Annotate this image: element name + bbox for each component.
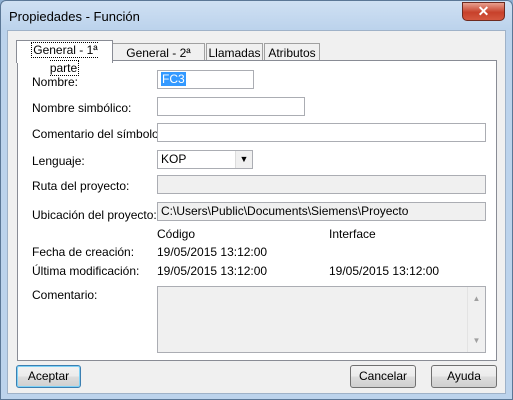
aceptar-label: Aceptar bbox=[27, 369, 70, 383]
tab-general-1[interactable]: General - 1ª parte bbox=[16, 40, 113, 76]
nombre-label: Nombre: bbox=[32, 75, 79, 89]
tab-label: Llamadas bbox=[208, 46, 261, 60]
window-title: Propiedades - Función bbox=[9, 9, 140, 24]
aceptar-button[interactable]: Aceptar bbox=[16, 365, 81, 388]
close-icon: ✕ bbox=[477, 3, 490, 19]
tab-label: Atributos bbox=[268, 46, 316, 60]
nombre-simbolico-input[interactable] bbox=[157, 97, 305, 116]
cancelar-label: Cancelar bbox=[358, 369, 408, 383]
ultima-modificacion-interface: 19/05/2015 13:12:00 bbox=[329, 264, 440, 278]
ruta-proyecto-label: Ruta del proyecto: bbox=[32, 179, 130, 193]
ayuda-label: Ayuda bbox=[447, 369, 481, 383]
cancelar-button[interactable]: Cancelar bbox=[350, 365, 416, 388]
close-button[interactable]: ✕ bbox=[462, 2, 505, 21]
comentario-textarea[interactable]: ▲ ▼ bbox=[157, 286, 486, 353]
ubicacion-proyecto-field: C:\Users\Public\Documents\Siemens\Proyec… bbox=[157, 202, 486, 221]
comentario-simbolo-label: Comentario del símbolo: bbox=[32, 127, 163, 141]
properties-dialog: Propiedades - Función ✕ General - 1ª par… bbox=[0, 0, 513, 400]
comentario-scrollbar[interactable]: ▲ ▼ bbox=[467, 287, 485, 352]
lenguaje-dropdown[interactable]: KOP ▼ bbox=[157, 150, 253, 169]
ayuda-button[interactable]: Ayuda bbox=[431, 365, 497, 388]
interface-column-header: Interface bbox=[329, 227, 376, 241]
lenguaje-label: Lenguaje: bbox=[32, 154, 85, 168]
ubicacion-proyecto-value: C:\Users\Public\Documents\Siemens\Proyec… bbox=[161, 204, 409, 218]
codigo-column-header: Código bbox=[157, 227, 196, 241]
title-bar[interactable]: Propiedades - Función ✕ bbox=[1, 1, 512, 29]
ubicacion-proyecto-label: Ubicación del proyecto: bbox=[32, 208, 157, 222]
dialog-client-area: General - 1ª parte General - 2ª parte Ll… bbox=[7, 30, 506, 394]
fecha-creacion-codigo: 19/05/2015 13:12:00 bbox=[157, 245, 268, 259]
ultima-modificacion-label: Última modificación: bbox=[32, 264, 140, 278]
ruta-proyecto-field bbox=[157, 175, 486, 194]
lenguaje-value: KOP bbox=[161, 152, 187, 166]
nombre-value: FC3 bbox=[161, 72, 186, 86]
scroll-up-arrow-icon[interactable]: ▲ bbox=[468, 290, 485, 307]
nombre-simbolico-label: Nombre simbólico: bbox=[32, 101, 132, 115]
comentario-simbolo-input[interactable] bbox=[157, 123, 486, 142]
ultima-modificacion-codigo: 19/05/2015 13:12:00 bbox=[157, 264, 268, 278]
chevron-down-icon[interactable]: ▼ bbox=[235, 151, 252, 168]
comentario-label: Comentario: bbox=[32, 288, 98, 302]
nombre-input[interactable]: FC3 bbox=[157, 70, 254, 89]
scroll-down-arrow-icon[interactable]: ▼ bbox=[468, 332, 485, 349]
fecha-creacion-label: Fecha de creación: bbox=[32, 245, 135, 259]
tab-panel-general-1: Nombre: FC3 Nombre simbólico: Comentario… bbox=[17, 60, 497, 361]
